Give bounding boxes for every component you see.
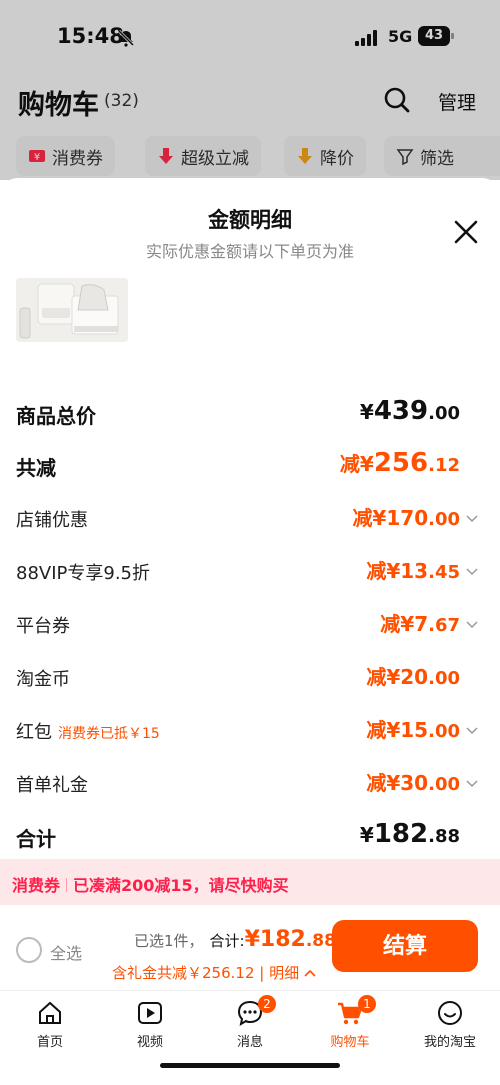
row-total-price: 商品总价 ¥439.00 <box>0 392 500 432</box>
store-discount-label: 店铺优惠 <box>16 510 88 531</box>
amount-detail-sheet: 金额明细 实际优惠金额请以下单页为准 商品总价 ¥439.00 共减 减¥ 256… <box>0 178 500 1085</box>
discount-detail-link[interactable]: 含礼金共减￥256.12 | 明细 <box>112 962 316 983</box>
home-icon <box>39 1001 61 1024</box>
taojinbi-label: 淘金币 <box>16 669 70 690</box>
chevron-up-icon <box>304 969 316 977</box>
taojinbi-value: 减¥ 20.00 <box>366 665 460 689</box>
total-price-label: 商品总价 <box>16 404 96 428</box>
close-icon[interactable] <box>452 218 480 246</box>
tab-home-label: 首页 <box>36 1035 63 1050</box>
sum-label: 合计 <box>16 827 56 851</box>
red-packet-note: 消费券已抵￥15 <box>58 726 160 742</box>
total-reduce-label: 共减 <box>16 456 56 480</box>
platform-coupon-value: 减¥ 7.67 <box>380 612 460 636</box>
tab-messages-label: 消息 <box>236 1035 263 1050</box>
chevron-down-icon[interactable] <box>466 780 478 788</box>
checkout-total: ¥182.88 <box>244 927 336 952</box>
row-taojinbi: 淘金币 减¥ 20.00 <box>0 657 500 697</box>
platform-coupon-label: 平台券 <box>16 616 70 637</box>
messages-badge: 2 <box>258 995 276 1013</box>
total-reduce-value: 减¥ 256.12 <box>339 448 460 478</box>
coupon-promo-text: 消费券 已凑满200减15，请尽快购买 <box>12 876 289 895</box>
tab-my-taobao-label: 我的淘宝 <box>423 1035 476 1050</box>
coupon-promo-bar[interactable]: 消费券 已凑满200减15，请尽快购买 <box>0 859 500 905</box>
video-icon <box>138 1002 162 1024</box>
row-platform-coupon[interactable]: 平台券 减¥ 7.67 <box>0 604 500 644</box>
product-thumbnail[interactable] <box>16 278 128 342</box>
total-price-value: ¥439.00 <box>359 396 460 426</box>
tab-video-label: 视频 <box>136 1035 163 1050</box>
vip-discount-label: 88VIP专享9.5折 <box>16 563 151 584</box>
dim-overlay[interactable] <box>0 0 500 180</box>
row-first-order[interactable]: 首单礼金 减¥ 30.00 <box>0 763 500 803</box>
checkout-bar: 全选 已选1件， 合计: ¥182.88 含礼金共减￥256.12 | 明细 结… <box>0 905 500 990</box>
red-packet-value: 减¥ 15.00 <box>366 718 460 742</box>
sheet-title: 金额明细 <box>208 208 292 232</box>
row-red-packet[interactable]: 红包 消费券已抵￥15 减¥ 15.00 <box>0 710 500 750</box>
red-packet-label: 红包 消费券已抵￥15 <box>16 722 160 743</box>
checkout-button[interactable]: 结算 <box>332 920 478 972</box>
select-all-label[interactable]: 全选 <box>50 940 82 964</box>
tab-home[interactable]: 首页 <box>0 991 100 1061</box>
chevron-down-icon[interactable] <box>466 568 478 576</box>
smiley-icon <box>438 1001 462 1025</box>
vip-discount-value: 减¥ 13.45 <box>366 559 460 583</box>
home-indicator <box>160 1063 340 1068</box>
chevron-down-icon[interactable] <box>466 727 478 735</box>
row-sum: 合计 ¥182.88 <box>0 815 500 855</box>
tab-my-taobao[interactable]: 我的淘宝 <box>400 991 500 1061</box>
store-discount-value: 减¥ 170.00 <box>352 506 460 530</box>
tab-cart[interactable]: 1 购物车 <box>300 991 400 1061</box>
first-order-value: 减¥ 30.00 <box>366 771 460 795</box>
row-total-reduce: 共减 减¥ 256.12 <box>0 444 500 484</box>
tab-cart-label: 购物车 <box>330 1035 370 1050</box>
row-store-discount[interactable]: 店铺优惠 减¥ 170.00 <box>0 498 500 538</box>
first-order-label: 首单礼金 <box>16 775 88 796</box>
chevron-down-icon[interactable] <box>466 621 478 629</box>
chevron-down-icon[interactable] <box>466 515 478 523</box>
selected-summary: 已选1件， 合计: ¥182.88 <box>134 927 336 952</box>
tab-video[interactable]: 视频 <box>100 991 200 1061</box>
tab-messages[interactable]: 2 消息 <box>200 991 300 1061</box>
select-all-radio[interactable] <box>16 937 42 963</box>
bottom-tab-bar: 首页 视频 2 消息 1 购物车 我的淘宝 <box>0 990 500 1085</box>
row-vip-discount[interactable]: 88VIP专享9.5折 减¥ 13.45 <box>0 551 500 591</box>
cart-badge: 1 <box>358 995 376 1013</box>
sum-value: ¥182.88 <box>359 819 460 849</box>
sheet-subtitle: 实际优惠金额请以下单页为准 <box>145 242 354 261</box>
